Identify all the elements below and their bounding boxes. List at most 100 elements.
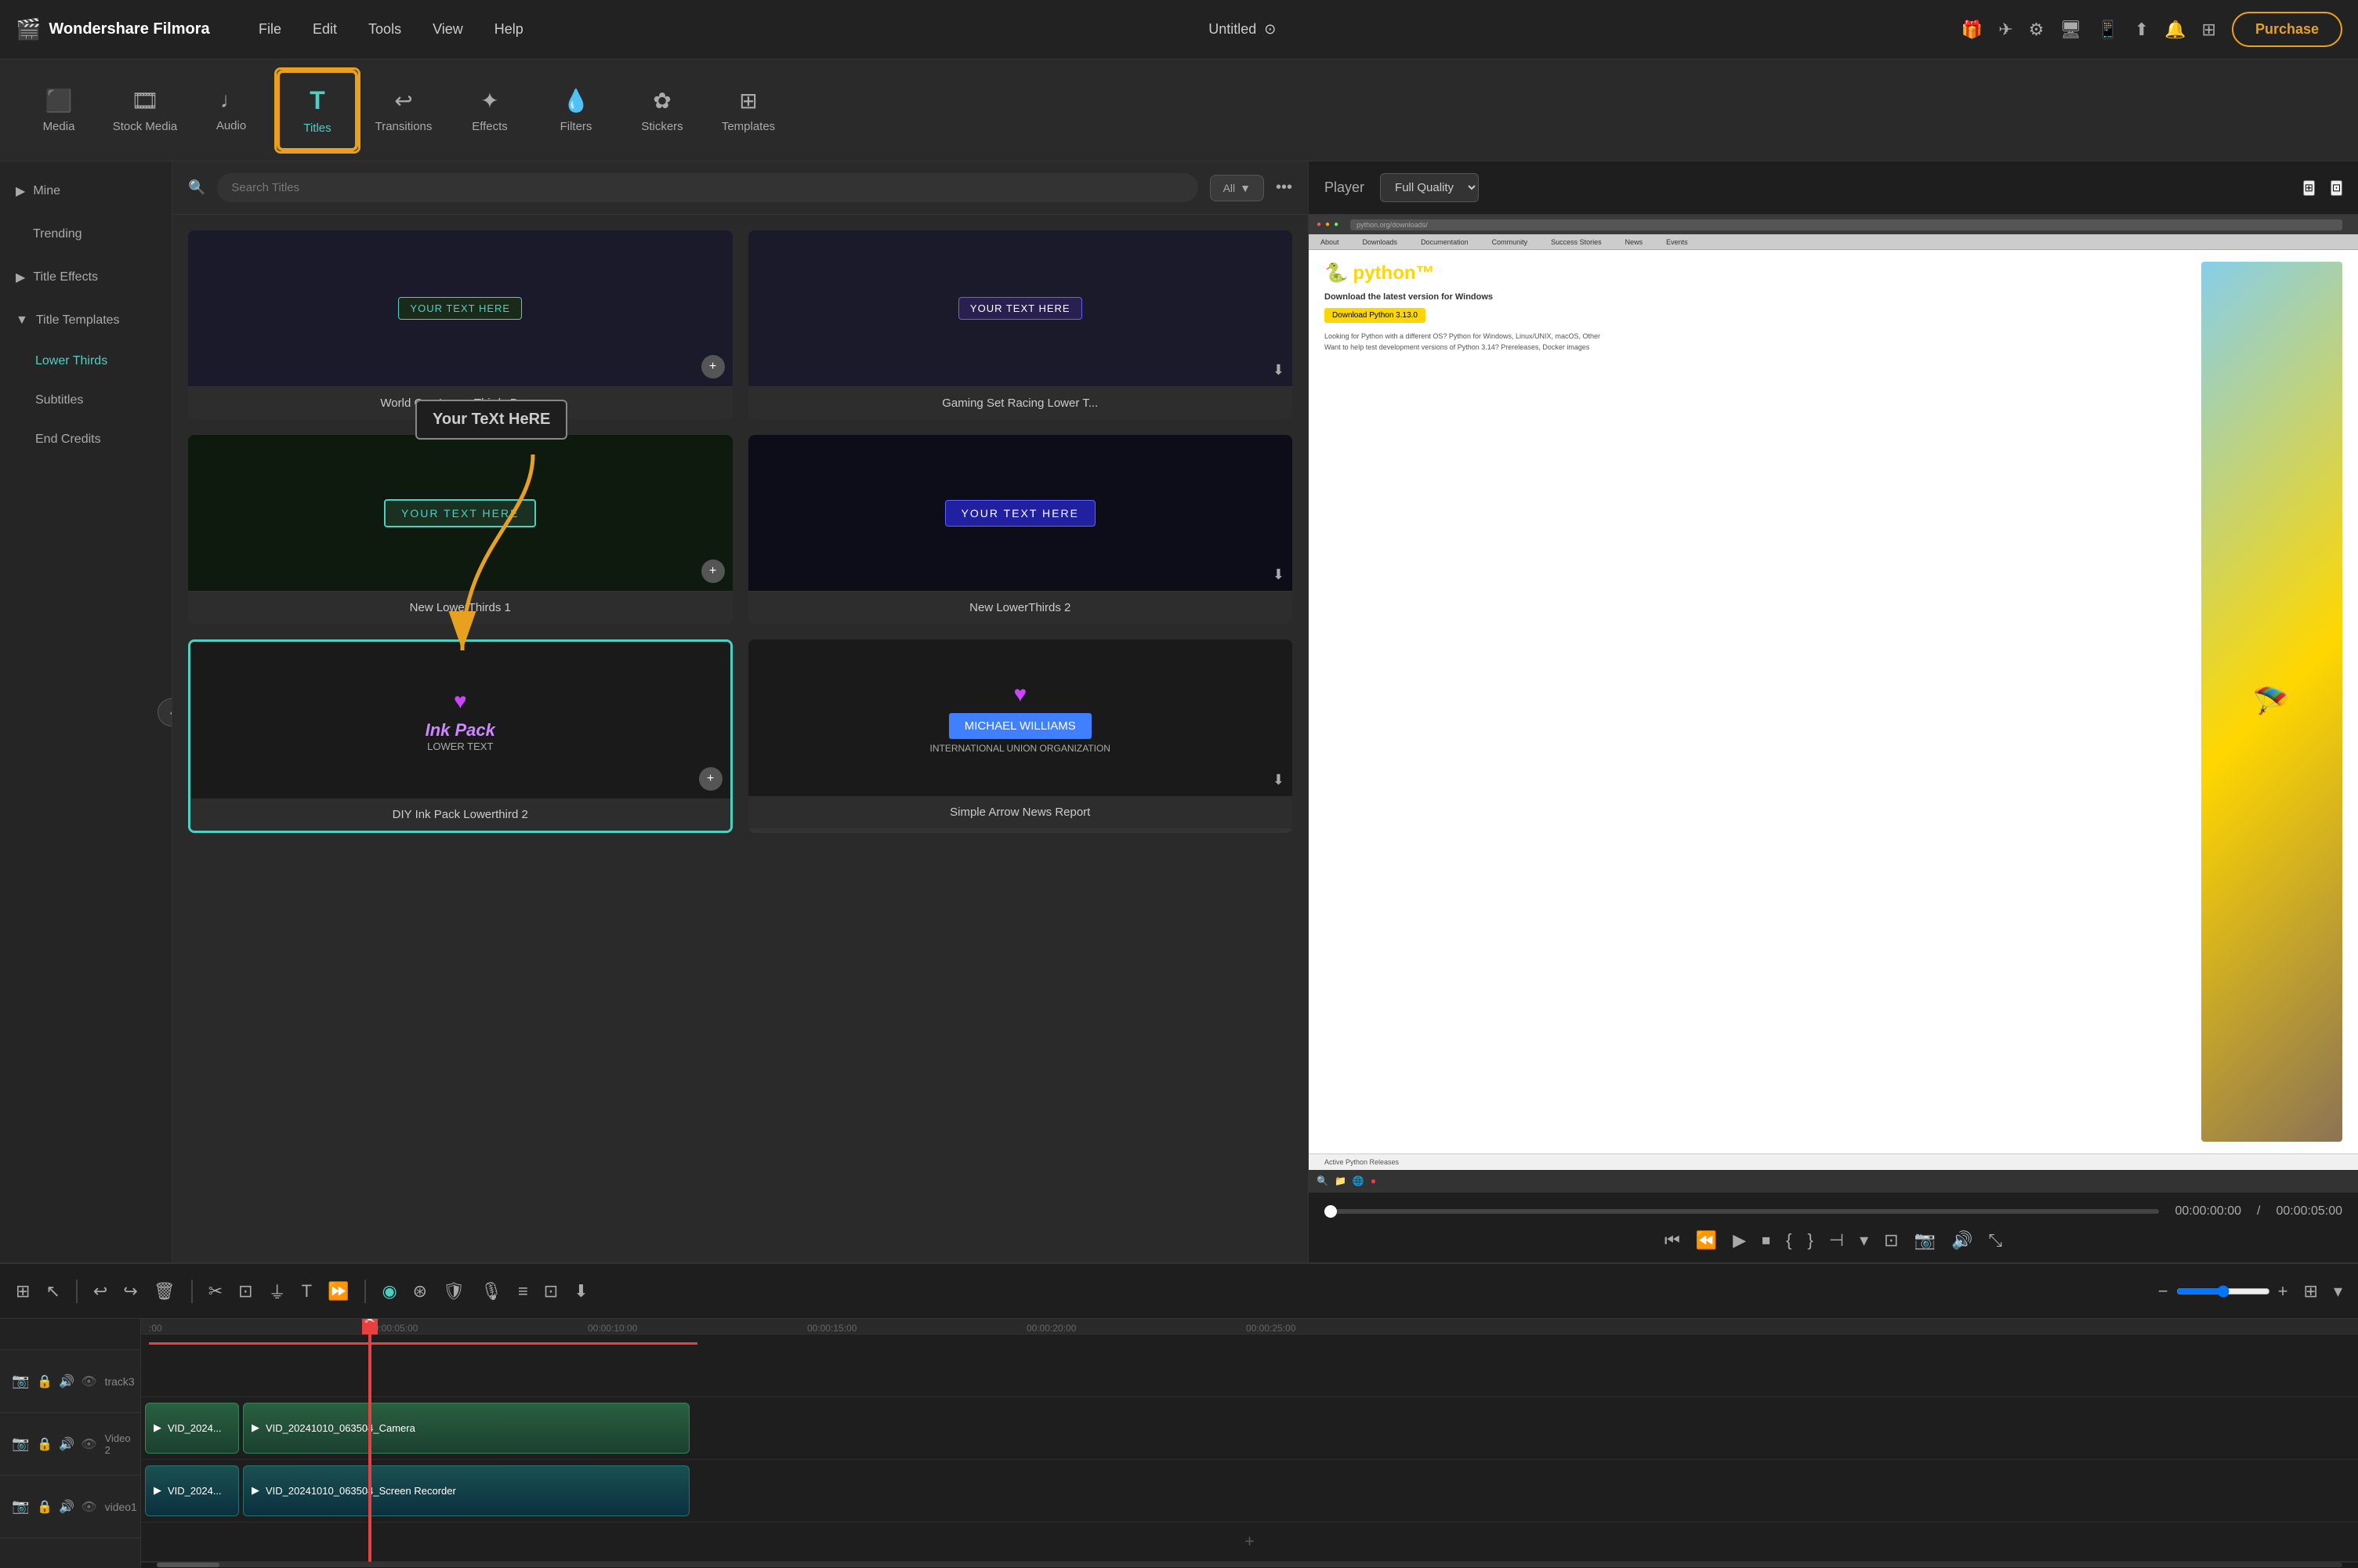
- scroll-thumb[interactable]: [157, 1563, 219, 1567]
- gift-icon-btn[interactable]: 🎁: [1961, 20, 1983, 40]
- filter-dropdown[interactable]: All ▼: [1210, 175, 1264, 201]
- menu-edit[interactable]: Edit: [313, 21, 337, 38]
- clip-video1-2[interactable]: ▶ VID_20241010_063504_Screen Recorder: [243, 1465, 690, 1516]
- menu-tools[interactable]: Tools: [368, 21, 401, 38]
- zoom-in-btn[interactable]: +: [2278, 1281, 2288, 1302]
- audio-detach-btn[interactable]: ⏚: [269, 1279, 286, 1304]
- more-options-button[interactable]: •••: [1276, 179, 1292, 197]
- card-add-btn-wc[interactable]: +: [701, 355, 725, 378]
- track-video1-eye-btn[interactable]: 👁: [81, 1499, 96, 1515]
- split-button[interactable]: ⊣: [1829, 1230, 1844, 1251]
- media-card-simple-arrow[interactable]: ♥ MICHAEL WILLIAMS INTERNATIONAL UNION O…: [748, 639, 1293, 833]
- grid-icon-btn[interactable]: ⊞: [2202, 20, 2216, 40]
- collapse-panel-button[interactable]: ‹: [158, 698, 172, 726]
- tool-transitions[interactable]: ↩ Transitions: [360, 67, 447, 154]
- tool-stickers[interactable]: ✿ Stickers: [619, 67, 705, 154]
- stop-button[interactable]: ⏹: [1762, 1230, 1770, 1251]
- sidebar-item-title-effects[interactable]: ▶ Title Effects: [0, 255, 172, 299]
- add-track-button[interactable]: +: [141, 1523, 2358, 1562]
- track-video1-volume-btn[interactable]: 🔊: [59, 1499, 74, 1515]
- card-add-btn-lower1[interactable]: +: [701, 559, 725, 583]
- tool-effects[interactable]: ✦ Effects: [447, 67, 533, 154]
- monitor-icon-btn[interactable]: 🖥: [2059, 20, 2081, 40]
- quality-select[interactable]: Full Quality 1/2 Quality 1/4 Quality: [1380, 173, 1479, 202]
- frame-back-button[interactable]: ⏪: [1696, 1230, 1717, 1251]
- zoom-out-btn[interactable]: −: [2158, 1281, 2168, 1302]
- tool-filters[interactable]: 💧 Filters: [533, 67, 619, 154]
- tool-titles[interactable]: T Titles: [274, 67, 360, 154]
- media-card-diy-ink[interactable]: ♥ Ink Pack LOWER TEXT + DIY Ink Pack Low…: [188, 639, 733, 833]
- sidebar-sub-subtitles[interactable]: Subtitles: [0, 381, 172, 420]
- color-wheel-btn[interactable]: ◉: [382, 1281, 397, 1302]
- skip-back-button[interactable]: ⏮: [1664, 1230, 1680, 1251]
- progress-dot[interactable]: [1324, 1205, 1337, 1218]
- clip-video2-2[interactable]: ▶ VID_20241010_063504_Camera: [243, 1403, 690, 1454]
- card-download-btn-gaming[interactable]: ⬇: [1273, 362, 1284, 378]
- bell-icon-btn[interactable]: 🔔: [2164, 20, 2186, 40]
- upload-icon-btn[interactable]: ⬆: [2135, 20, 2149, 40]
- track-3-lock-btn[interactable]: 🔒: [37, 1374, 53, 1389]
- sidebar-item-trending[interactable]: Trending: [0, 213, 172, 255]
- media-card-new-lower1[interactable]: YOUR TEXT HERE + New LowerThirds 1: [188, 435, 733, 624]
- sidebar-sub-lower-thirds[interactable]: Lower Thirds: [0, 342, 172, 381]
- import-btn[interactable]: ⬇: [574, 1281, 588, 1302]
- crop-btn[interactable]: ⊡: [238, 1281, 252, 1302]
- screenshot-button[interactable]: 📷: [1914, 1230, 1936, 1251]
- purchase-button[interactable]: Purchase: [2232, 12, 2342, 47]
- playhead-head[interactable]: ✂: [362, 1319, 378, 1334]
- media-card-gaming[interactable]: YOUR TEXT HERE ⬇ Gaming Set Racing Lower…: [748, 230, 1293, 419]
- share-icon-btn[interactable]: ✈: [1998, 20, 2012, 40]
- card-download-btn-lower2[interactable]: ⬇: [1273, 567, 1284, 583]
- sidebar-item-title-templates[interactable]: ▼ Title Templates: [0, 299, 172, 342]
- tool-templates[interactable]: ⊞ Templates: [705, 67, 791, 154]
- tool-audio[interactable]: ♩ Audio: [188, 67, 274, 154]
- clip-video1-1[interactable]: ▶ VID_2024...: [145, 1465, 239, 1516]
- menu-view[interactable]: View: [433, 21, 463, 38]
- card-add-btn-ink[interactable]: +: [699, 767, 723, 791]
- settings-icon-btn[interactable]: ⚙: [2029, 20, 2045, 40]
- select-tool-btn[interactable]: ↖: [45, 1281, 60, 1302]
- track-3-volume-btn[interactable]: 🔊: [59, 1374, 74, 1389]
- clip-video2-1[interactable]: ▶ VID_2024...: [145, 1403, 239, 1454]
- undo-btn[interactable]: ↩: [93, 1281, 107, 1302]
- tool-media[interactable]: ⬛ Media: [16, 67, 102, 154]
- search-input[interactable]: [217, 173, 1197, 202]
- media-card-new-lower2[interactable]: YOUR TEXT HERE ⬇ New LowerThirds 2: [748, 435, 1293, 624]
- volume-button[interactable]: 🔊: [1951, 1230, 1972, 1251]
- screen-record-btn[interactable]: ⊡: [544, 1281, 558, 1302]
- split-view-icon[interactable]: ⊞: [2303, 180, 2315, 196]
- scroll-track[interactable]: [157, 1563, 2342, 1567]
- zoom-slider[interactable]: [2176, 1285, 2270, 1298]
- tool-stock-media[interactable]: 🎞 Stock Media: [102, 67, 188, 154]
- menu-help[interactable]: Help: [494, 21, 523, 38]
- mic-btn[interactable]: 🎙: [480, 1281, 502, 1302]
- track-video1-lock-btn[interactable]: 🔒: [37, 1499, 53, 1515]
- layout-btn[interactable]: ⊞: [2304, 1281, 2318, 1302]
- expand-button[interactable]: ⤡: [1988, 1230, 2002, 1251]
- card-download-btn-arrow[interactable]: ⬇: [1273, 772, 1284, 788]
- media-card-wc-lower[interactable]: YOUR TEXT HERE + World Cup Lower Thirds …: [188, 230, 733, 419]
- text-btn[interactable]: T: [302, 1281, 312, 1302]
- progress-bar[interactable]: [1324, 1209, 2159, 1214]
- player-settings-icon[interactable]: ⊡: [2331, 180, 2342, 196]
- track-video2-lock-btn[interactable]: 🔒: [37, 1436, 53, 1452]
- delete-btn[interactable]: 🗑: [154, 1281, 176, 1302]
- phone-icon-btn[interactable]: 📱: [2097, 20, 2118, 40]
- mark-out-button[interactable]: }: [1808, 1230, 1813, 1251]
- playhead[interactable]: [368, 1334, 371, 1562]
- play-button[interactable]: ▶: [1733, 1230, 1746, 1251]
- speed-btn[interactable]: ⏩: [328, 1281, 349, 1302]
- more-tl-btn[interactable]: ▾: [2334, 1281, 2342, 1302]
- shield-btn[interactable]: 🛡: [443, 1281, 465, 1302]
- sidebar-sub-end-credits[interactable]: End Credits: [0, 420, 172, 459]
- sidebar-item-mine[interactable]: ▶ Mine: [0, 169, 172, 213]
- add-video-track-btn[interactable]: ⊞: [16, 1281, 30, 1302]
- track-3-eye-btn[interactable]: 👁: [81, 1374, 96, 1389]
- mark-in-button[interactable]: {: [1786, 1230, 1791, 1251]
- subtitle-btn[interactable]: ≡: [518, 1281, 528, 1302]
- redo-btn[interactable]: ↪: [123, 1281, 137, 1302]
- fullscreen-button[interactable]: ⊡: [1884, 1230, 1898, 1251]
- ripple-btn[interactable]: ⊛: [413, 1281, 427, 1302]
- menu-file[interactable]: File: [259, 21, 281, 38]
- cut-btn[interactable]: ✂: [208, 1281, 223, 1302]
